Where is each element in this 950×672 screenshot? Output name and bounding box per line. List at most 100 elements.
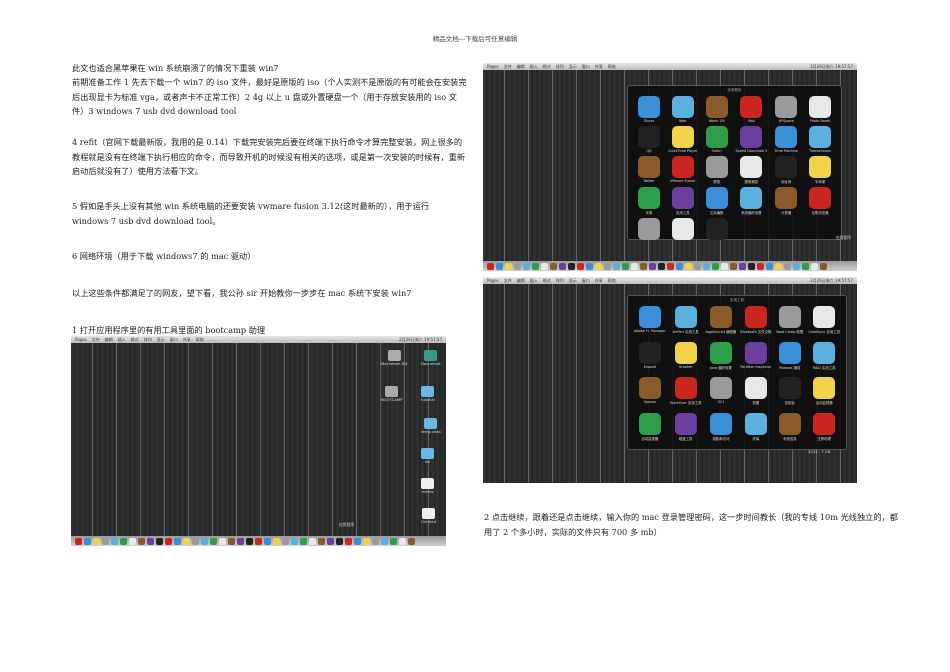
dock-app-icon[interactable] <box>604 262 611 270</box>
desktop-item[interactable]: Macintosh HD <box>381 350 407 366</box>
dock-app-icon[interactable] <box>255 537 262 545</box>
dock-app-icon[interactable] <box>631 262 638 270</box>
dock-app-icon[interactable] <box>766 262 773 270</box>
dock-app-icon[interactable] <box>300 537 307 545</box>
app-item[interactable]: 谷歌浏览器 <box>805 187 835 215</box>
dock-app-icon[interactable] <box>649 262 656 270</box>
menu-item[interactable]: 文件 <box>504 64 512 70</box>
dock-app-icon[interactable] <box>102 537 109 545</box>
app-item[interactable]: ColorSync 实用工具 <box>808 306 840 339</box>
app-item[interactable]: 抓图 <box>740 377 771 410</box>
app-item[interactable]: AirPort 实用工具 <box>670 306 702 339</box>
app-item[interactable]: 迁移助理 <box>808 412 840 446</box>
app-item[interactable]: VMware Fusion <box>668 156 698 184</box>
menu-item[interactable]: 显示 <box>569 64 577 70</box>
dock-app-icon[interactable] <box>336 537 343 545</box>
dock-app-icon[interactable] <box>793 262 800 270</box>
app-item[interactable]: Transmission <box>805 126 835 153</box>
app-item[interactable]: Speed Download 5 <box>736 126 767 153</box>
menu-item[interactable]: 共享 <box>595 64 603 70</box>
dock-app-icon[interactable] <box>219 537 226 545</box>
app-item[interactable]: 系统偏好设置 <box>736 187 768 215</box>
menu-item[interactable]: 插入 <box>530 64 538 70</box>
desktop-item[interactable]: Document <box>421 350 441 366</box>
dock-app-icon[interactable] <box>568 262 575 270</box>
menu-item[interactable]: 编辑 <box>517 278 525 284</box>
dock-app-icon[interactable] <box>748 262 755 270</box>
app-item[interactable]: 钥匙串访问 <box>706 412 737 446</box>
app-item[interactable]: Spaces <box>634 377 666 410</box>
dock-app-icon[interactable] <box>381 537 388 545</box>
app-item[interactable]: 活动监视器 <box>634 412 666 446</box>
app-item[interactable]: Photo Booth <box>805 96 835 123</box>
desktop-item[interactable]: BOOTCAMP <box>381 386 402 402</box>
dock-app-icon[interactable] <box>640 262 647 270</box>
dock-app-icon[interactable] <box>658 262 665 270</box>
dock-app-icon[interactable] <box>354 537 361 545</box>
menu-item[interactable]: 文件 <box>504 278 512 284</box>
app-item[interactable]: 控制台 <box>775 377 804 410</box>
dock-app-icon[interactable] <box>291 537 298 545</box>
dock-app-icon[interactable] <box>721 262 728 270</box>
dock-app-icon[interactable] <box>577 262 584 270</box>
dock-app-icon[interactable] <box>399 537 406 545</box>
menu-item[interactable]: 共享 <box>595 278 603 284</box>
dock-app-icon[interactable] <box>147 537 154 545</box>
dock-app-icon[interactable] <box>237 537 244 545</box>
dock-app-icon[interactable] <box>327 537 334 545</box>
menu-item[interactable]: 编辑 <box>517 64 525 70</box>
dock-app-icon[interactable] <box>685 262 692 270</box>
dock-app-icon[interactable] <box>309 537 316 545</box>
app-item[interactable]: Grapher <box>670 341 702 375</box>
menu-item[interactable]: Pages <box>487 278 499 283</box>
dock-app-icon[interactable] <box>730 262 737 270</box>
menu-item[interactable]: 排列 <box>556 64 564 70</box>
app-item[interactable]: 终端 <box>740 412 771 446</box>
dock-app-icon[interactable] <box>757 262 764 270</box>
menu-item[interactable]: 帮助 <box>196 337 204 343</box>
dock-app-icon[interactable] <box>390 537 397 545</box>
dock-app-icon[interactable] <box>408 537 415 545</box>
dock-app-icon[interactable] <box>264 537 271 545</box>
dock-app-icon[interactable] <box>273 537 280 545</box>
menu-item[interactable]: 格式 <box>543 64 551 70</box>
app-item[interactable] <box>634 218 664 241</box>
app-item[interactable]: Safari <box>702 126 732 153</box>
app-item[interactable]: X11 <box>706 377 737 410</box>
dock-app-icon[interactable] <box>318 537 325 545</box>
dock-app-icon[interactable] <box>784 262 791 270</box>
app-item[interactable]: 便笺 <box>702 156 732 184</box>
dock-app-icon[interactable] <box>739 262 746 270</box>
menu-item[interactable]: 窗口 <box>582 64 590 70</box>
app-item[interactable]: Mail <box>736 96 768 123</box>
app-item[interactable]: Twitter <box>634 156 664 184</box>
app-item[interactable]: Boot Camp 助理 <box>775 306 804 339</box>
dock-app-icon[interactable] <box>228 537 235 545</box>
dock-app-icon[interactable] <box>541 262 548 270</box>
app-item[interactable]: iTunes <box>634 96 664 123</box>
dock-app-icon[interactable] <box>676 262 683 270</box>
dock-app-icon[interactable] <box>93 537 100 545</box>
dock-app-icon[interactable] <box>667 262 674 270</box>
dock-app-icon[interactable] <box>559 262 566 270</box>
dock-app-icon[interactable] <box>174 537 181 545</box>
dock-app-icon[interactable] <box>532 262 539 270</box>
menu-item[interactable]: 共享 <box>183 337 191 343</box>
app-item[interactable]: Bluetooth 文件交换 <box>740 306 771 339</box>
dock-app-icon[interactable] <box>622 262 629 270</box>
dock-app-icon[interactable] <box>156 537 163 545</box>
dock-app-icon[interactable] <box>210 537 217 545</box>
dock-app-icon[interactable] <box>811 262 818 270</box>
menu-item[interactable]: 格式 <box>543 278 551 284</box>
dock-app-icon[interactable] <box>201 537 208 545</box>
app-item[interactable]: AppleScript 编辑器 <box>706 306 736 339</box>
app-item[interactable]: VoiceOver 实用工具 <box>670 377 702 410</box>
dock-app-icon[interactable] <box>363 537 370 545</box>
menu-item[interactable]: 排列 <box>556 278 564 284</box>
app-item[interactable]: iWork '09 <box>702 96 732 123</box>
menu-item[interactable]: Pages <box>487 64 499 69</box>
dock-app-icon[interactable] <box>345 537 352 545</box>
app-item[interactable]: QuickTime Player <box>668 126 698 153</box>
desktop-item[interactable]: tutorial <box>421 386 435 402</box>
dock-app-icon[interactable] <box>595 262 602 270</box>
